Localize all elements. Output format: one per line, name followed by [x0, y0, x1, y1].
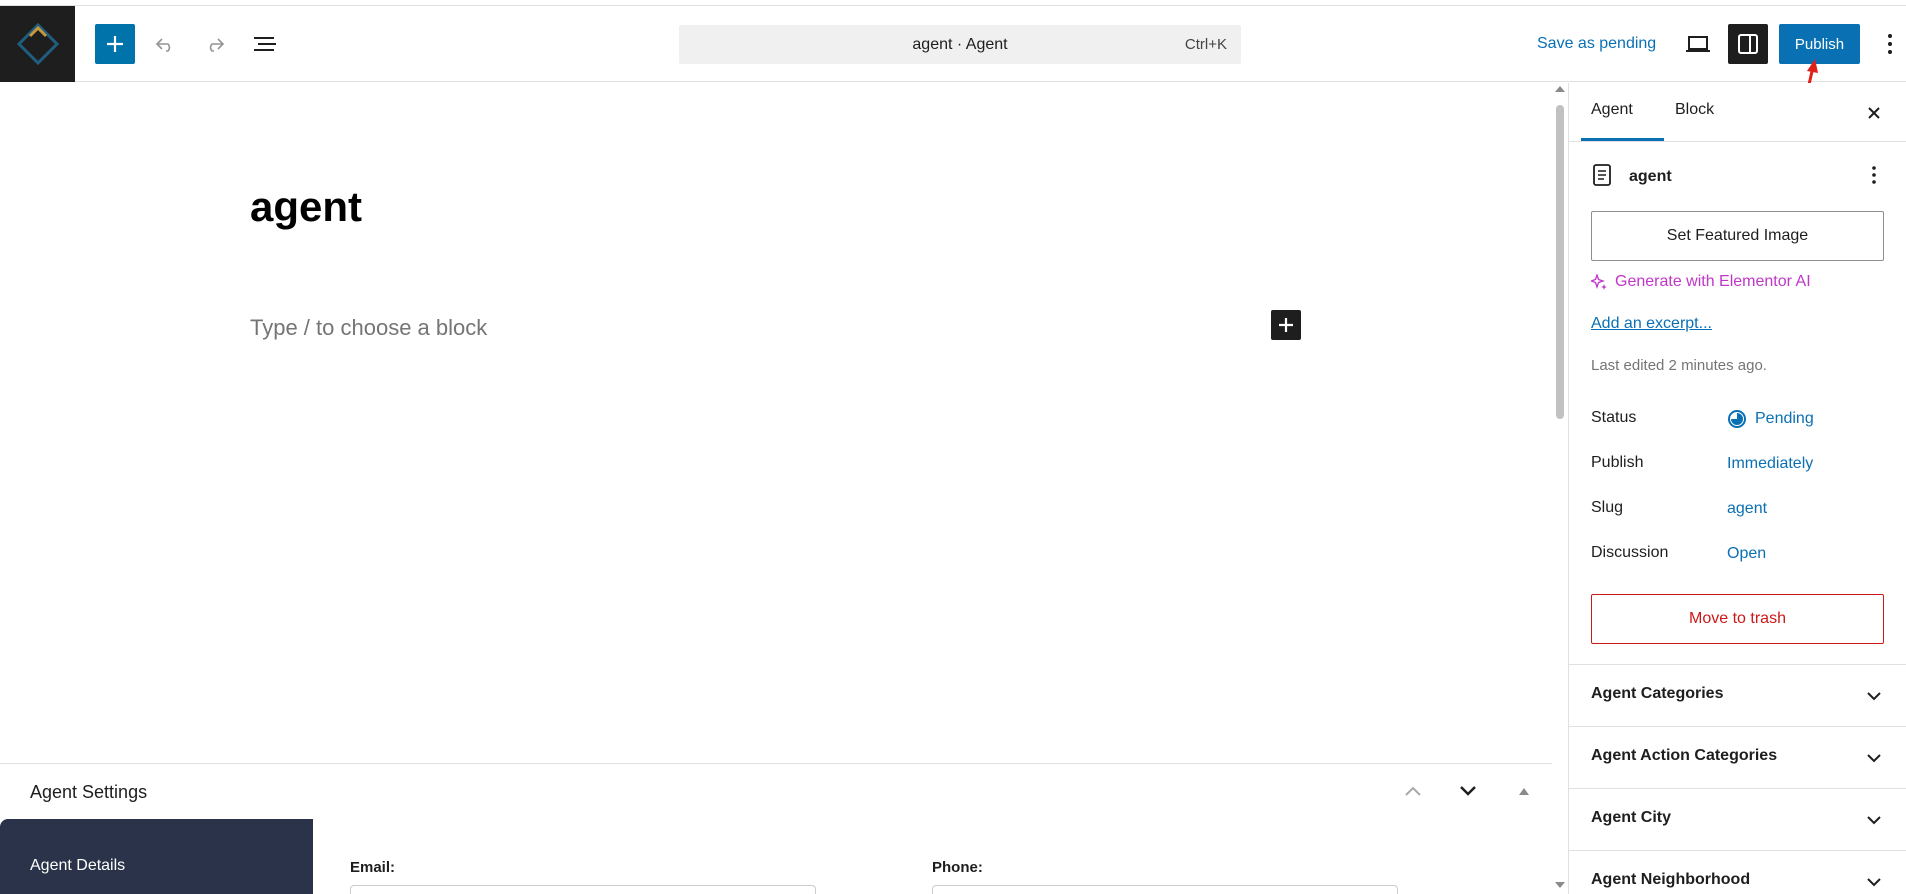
phone-field[interactable]: [932, 885, 1398, 894]
add-block-button[interactable]: [95, 24, 135, 64]
redo-button[interactable]: [197, 26, 233, 62]
discussion-label: Discussion: [1591, 544, 1669, 561]
publish-date-button[interactable]: Immediately: [1727, 455, 1813, 473]
vertical-ellipsis-icon: [1872, 166, 1876, 184]
document-icon: [1593, 164, 1611, 186]
triangle-up-icon: [1519, 788, 1529, 795]
scroll-down-arrow-icon[interactable]: [1555, 882, 1565, 888]
meta-box-side-nav: Agent Details: [0, 819, 313, 894]
plus-icon: [107, 36, 123, 52]
preview-button[interactable]: [1680, 26, 1716, 62]
panel-title: Agent Action Categories: [1591, 747, 1778, 764]
panel-agent-categories[interactable]: Agent Categories: [1569, 664, 1906, 726]
editor-canvas[interactable]: agent Type / to choose a block: [0, 83, 1552, 763]
command-shortcut: Ctrl+K: [1184, 36, 1227, 53]
document-title: agent · Agent: [912, 36, 1008, 53]
move-down-button[interactable]: [1453, 776, 1483, 806]
elementor-ai-label: Generate with Elementor AI: [1615, 273, 1811, 290]
set-featured-image-button[interactable]: Set Featured Image: [1591, 211, 1884, 261]
status-label: Status: [1591, 409, 1637, 426]
chevron-down-icon: [1859, 681, 1889, 711]
status-value: Pending: [1755, 410, 1814, 427]
options-button[interactable]: [1875, 26, 1905, 62]
command-palette-bar[interactable]: agent · Agent Ctrl+K: [679, 25, 1241, 64]
editor-scrollbar[interactable]: [1552, 83, 1568, 894]
document-icon-wrap: [1591, 163, 1613, 192]
last-edited-text: Last edited 2 minutes ago.: [1591, 357, 1767, 374]
close-icon: [1868, 107, 1880, 119]
slug-button[interactable]: agent: [1727, 500, 1767, 518]
site-logo[interactable]: [0, 6, 75, 82]
status-value-button[interactable]: Pending: [1727, 409, 1814, 429]
chevron-up-icon: [1405, 786, 1421, 796]
move-up-button[interactable]: [1398, 776, 1428, 806]
plus-icon: [1279, 318, 1293, 332]
add-excerpt-link[interactable]: Add an excerpt...: [1591, 315, 1712, 333]
panel-title: Agent City: [1591, 809, 1671, 826]
post-title[interactable]: agent: [250, 183, 362, 231]
tabs-divider: [1569, 141, 1906, 142]
undo-icon: [155, 38, 171, 52]
panel-title: Agent Categories: [1591, 685, 1724, 702]
chevron-down-icon: [1859, 743, 1889, 773]
desktop-preview-icon: [1686, 36, 1710, 52]
publish-label: Publish: [1591, 454, 1644, 471]
chevron-down-icon: [1460, 786, 1476, 796]
tab-agent[interactable]: Agent: [1591, 101, 1633, 119]
phone-label: Phone:: [932, 859, 983, 876]
redo-icon: [209, 38, 225, 52]
chevron-down-icon: [1859, 805, 1889, 835]
panel-agent-neighborhood[interactable]: Agent Neighborhood: [1569, 850, 1906, 894]
tab-block[interactable]: Block: [1675, 101, 1714, 119]
panel-agent-action-categories[interactable]: Agent Action Categories: [1569, 726, 1906, 788]
document-actions-button[interactable]: [1859, 160, 1889, 190]
settings-toggle-button[interactable]: [1728, 24, 1768, 64]
site-logo-icon: [16, 22, 59, 66]
document-overview-button[interactable]: [247, 26, 283, 62]
scrollbar-thumb[interactable]: [1556, 105, 1564, 419]
meta-box-agent-settings: Agent Settings Agent Details Email: Phon…: [0, 763, 1552, 894]
close-sidebar-button[interactable]: [1859, 98, 1889, 128]
pending-status-icon: [1728, 410, 1746, 428]
sparkle-icon: [1591, 274, 1607, 290]
meta-box-title: Agent Settings: [30, 782, 148, 802]
sidebar-icon: [1738, 34, 1758, 54]
chevron-down-icon: [1859, 867, 1889, 894]
save-as-pending-button[interactable]: Save as pending: [1537, 35, 1656, 53]
panel-title: Agent Neighborhood: [1591, 871, 1751, 888]
move-to-trash-button[interactable]: Move to trash: [1591, 594, 1884, 644]
panel-agent-city[interactable]: Agent City: [1569, 788, 1906, 850]
toggle-panel-button[interactable]: [1509, 776, 1539, 806]
generate-with-elementor-ai-link[interactable]: Generate with Elementor AI: [1591, 273, 1811, 291]
email-field[interactable]: [350, 885, 816, 894]
email-label: Email:: [350, 859, 396, 876]
document-name: agent: [1629, 168, 1672, 185]
slug-label: Slug: [1591, 499, 1624, 516]
list-view-icon: [254, 37, 276, 51]
inline-add-block-button[interactable]: [1271, 310, 1301, 340]
vertical-ellipsis-icon: [1888, 34, 1892, 54]
undo-button[interactable]: [147, 26, 183, 62]
editor-toolbar: agent · Agent Ctrl+K Save as pending Pub…: [0, 6, 1906, 82]
block-appender-placeholder[interactable]: Type / to choose a block: [250, 315, 487, 341]
side-nav-item-agent-details[interactable]: Agent Details: [30, 857, 125, 875]
settings-sidebar: Agent Block agent Set Featured Image Gen…: [1568, 83, 1906, 894]
scroll-up-arrow-icon[interactable]: [1555, 86, 1565, 92]
discussion-button[interactable]: Open: [1727, 545, 1766, 563]
